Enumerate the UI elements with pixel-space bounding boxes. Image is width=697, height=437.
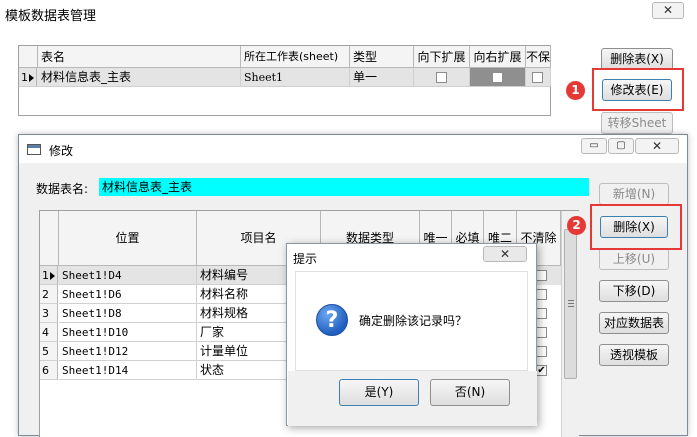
row-selector[interactable]: 6 bbox=[40, 361, 58, 380]
header-type: 类型 bbox=[350, 46, 414, 68]
cell-position[interactable]: Sheet1!D6 bbox=[59, 285, 197, 304]
no-clear-checkbox[interactable] bbox=[536, 289, 547, 300]
expand-down-checkbox[interactable] bbox=[436, 72, 447, 83]
vertical-scrollbar[interactable] bbox=[561, 211, 579, 437]
row-selector[interactable]: 3 bbox=[40, 304, 58, 323]
header-expand-right: 向右扩展 bbox=[470, 46, 526, 68]
no-clear-checkbox-checked[interactable]: ✔ bbox=[536, 365, 547, 376]
edit-minimize-button[interactable]: ▭ bbox=[581, 138, 607, 154]
move-up-button[interactable]: 上移(U) bbox=[599, 248, 669, 270]
edit-maximize-button[interactable]: ▢ bbox=[608, 138, 634, 154]
edit-close-button[interactable]: ✕ bbox=[635, 138, 679, 154]
pivot-template-button[interactable]: 透视模板 bbox=[599, 344, 669, 366]
yes-button[interactable]: 是(Y) bbox=[339, 379, 419, 406]
row-header-corner bbox=[19, 46, 38, 68]
no-clear-checkbox[interactable] bbox=[536, 346, 547, 357]
move-sheet-button[interactable]: 转移Sheet bbox=[601, 112, 673, 134]
step-1-badge: 1 bbox=[566, 81, 585, 100]
delete-table-button[interactable]: 删除表(X) bbox=[601, 48, 673, 70]
add-button[interactable]: 新增(N) bbox=[599, 183, 669, 205]
current-row-arrow-icon bbox=[29, 74, 34, 82]
map-table-button[interactable]: 对应数据表 bbox=[599, 312, 669, 334]
cell-sheet[interactable]: Sheet1 bbox=[241, 68, 350, 87]
cell-position[interactable]: Sheet1!D14 bbox=[59, 361, 197, 380]
row-selector[interactable]: 1 bbox=[19, 68, 37, 87]
confirm-dialog: 提示 ✕ ? 确定删除该记录吗？ 是(Y) 否(N) bbox=[286, 243, 537, 426]
cell-expand-down[interactable] bbox=[414, 68, 470, 87]
move-down-button[interactable]: 下移(D) bbox=[599, 280, 669, 302]
header-position: 位置 bbox=[59, 211, 197, 266]
row-header-corner bbox=[40, 211, 59, 266]
row-selector[interactable]: 4 bbox=[40, 323, 58, 342]
header-sheet: 所在工作表(sheet) bbox=[241, 46, 350, 68]
cell-position[interactable]: Sheet1!D10 bbox=[59, 323, 197, 342]
cell-position[interactable]: Sheet1!D8 bbox=[59, 304, 197, 323]
table-name-label: 数据表名: bbox=[36, 182, 89, 196]
table-row[interactable]: 1 材料信息表_主表 Sheet1 单一 bbox=[19, 68, 551, 87]
header-table-name: 表名 bbox=[38, 46, 241, 68]
scrollbar-thumb[interactable] bbox=[564, 229, 577, 379]
dialog-title: 提示 bbox=[293, 252, 318, 266]
form-window-icon bbox=[27, 144, 41, 155]
cell-table-name[interactable]: 材料信息表_主表 bbox=[38, 68, 241, 87]
no-button[interactable]: 否(N) bbox=[430, 379, 510, 406]
highlight-delete-row bbox=[590, 204, 682, 250]
current-row-arrow-icon bbox=[50, 272, 55, 280]
highlight-modify-table bbox=[592, 68, 684, 111]
no-save-checkbox[interactable] bbox=[532, 72, 543, 83]
main-window-title: 模板数据表管理 bbox=[5, 9, 97, 24]
cell-no-save[interactable] bbox=[526, 68, 551, 87]
row-selector[interactable]: 1 bbox=[40, 266, 58, 285]
row-selector[interactable]: 5 bbox=[40, 342, 58, 361]
cell-type[interactable]: 单一 bbox=[350, 68, 414, 87]
edit-window-title: 修改 bbox=[49, 144, 74, 158]
cell-expand-right[interactable] bbox=[470, 68, 526, 87]
main-close-button[interactable]: ✕ bbox=[652, 2, 684, 19]
dialog-message: 确定删除该记录吗？ bbox=[359, 314, 468, 328]
cell-position[interactable]: Sheet1!D4 bbox=[59, 266, 197, 285]
cell-position[interactable]: Sheet1!D12 bbox=[59, 342, 197, 361]
no-clear-checkbox[interactable] bbox=[536, 270, 547, 281]
main-table: 表名 所在工作表(sheet) 类型 向下扩展 向右扩展 不保存 1 材料信息表… bbox=[18, 45, 551, 116]
step-2-badge: 2 bbox=[567, 216, 586, 235]
header-no-save: 不保存 bbox=[526, 46, 551, 68]
table-name-input[interactable]: 材料信息表_主表 bbox=[99, 178, 589, 196]
header-expand-down: 向下扩展 bbox=[414, 46, 470, 68]
dialog-close-button[interactable]: ✕ bbox=[483, 246, 527, 262]
no-clear-checkbox[interactable] bbox=[536, 327, 547, 338]
expand-right-checkbox[interactable] bbox=[492, 72, 503, 83]
no-clear-checkbox[interactable] bbox=[536, 308, 547, 319]
row-selector[interactable]: 2 bbox=[40, 285, 58, 304]
question-icon: ? bbox=[316, 304, 348, 336]
